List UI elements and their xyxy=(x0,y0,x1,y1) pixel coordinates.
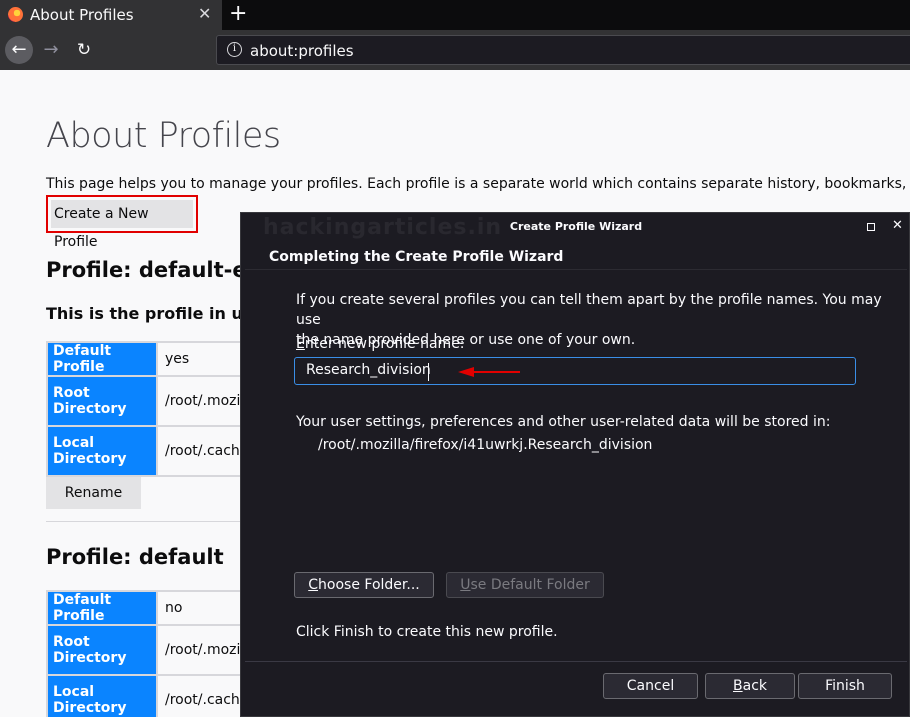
text-caret xyxy=(428,363,429,381)
profile-name-label: Enter new profile name: xyxy=(296,336,465,352)
create-profile-wizard-dialog: hackingarticles.in Create Profile Wizard… xyxy=(240,212,910,717)
profile-name-input[interactable]: Research_division xyxy=(294,357,856,385)
table-key: Default Profile xyxy=(46,590,158,626)
tab-title: About Profiles xyxy=(30,6,134,24)
back-arrow-icon[interactable]: ← xyxy=(5,36,33,64)
url-text[interactable]: about:profiles xyxy=(250,42,354,60)
storage-info: Your user settings, preferences and othe… xyxy=(296,414,831,430)
back-button[interactable]: Back xyxy=(705,673,795,699)
profile-heading: Profile: default xyxy=(46,545,224,569)
table-key: Local Directory xyxy=(46,674,158,717)
navigation-toolbar: ← → ↻ i about:profiles xyxy=(0,30,910,70)
maximize-icon[interactable] xyxy=(867,223,875,231)
new-tab-icon[interactable]: + xyxy=(229,0,247,28)
create-profile-button[interactable]: Create a New Profile xyxy=(51,200,193,250)
table-key: Default Profile xyxy=(46,341,158,377)
table-key: Root Directory xyxy=(46,624,158,676)
tab-strip: About Profiles ✕ + xyxy=(0,0,910,30)
storage-path: /root/.mozilla/firefox/i41uwrkj.Research… xyxy=(318,437,653,453)
finish-instructions: Click Finish to create this new profile. xyxy=(296,624,558,640)
profile-name-value: Research_division xyxy=(306,362,431,378)
dialog-title: Create Profile Wizard xyxy=(509,220,643,233)
profile-heading: Profile: default-esr xyxy=(46,258,270,282)
reload-icon[interactable]: ↻ xyxy=(70,36,98,64)
footer-divider xyxy=(245,661,907,662)
info-icon[interactable]: i xyxy=(227,42,242,57)
tab-about-profiles[interactable]: About Profiles ✕ xyxy=(0,0,222,30)
close-tab-icon[interactable]: ✕ xyxy=(198,4,211,23)
close-icon[interactable]: ✕ xyxy=(892,218,903,233)
wizard-panel: If you create several profiles you can t… xyxy=(245,269,907,661)
firefox-icon xyxy=(8,7,23,22)
page-title: About Profiles xyxy=(46,116,281,156)
finish-button[interactable]: Finish xyxy=(798,673,892,699)
forward-arrow-icon[interactable]: → xyxy=(37,36,65,64)
use-default-folder-button: Use Default Folder xyxy=(446,572,604,598)
url-bar[interactable]: i about:profiles xyxy=(216,35,910,65)
choose-folder-button[interactable]: Choose Folder... xyxy=(294,572,434,598)
cancel-button[interactable]: Cancel xyxy=(603,673,698,699)
rename-button[interactable]: Rename xyxy=(46,477,141,509)
red-arrow-icon xyxy=(458,367,520,377)
description-line: If you create several profiles you can t… xyxy=(296,292,882,328)
create-profile-button-highlight: Create a New Profile xyxy=(46,195,198,250)
wizard-heading: Completing the Create Profile Wizard xyxy=(269,249,564,265)
page-intro: This page helps you to manage your profi… xyxy=(46,176,910,192)
table-key: Root Directory xyxy=(46,375,158,427)
table-key: Local Directory xyxy=(46,425,158,477)
